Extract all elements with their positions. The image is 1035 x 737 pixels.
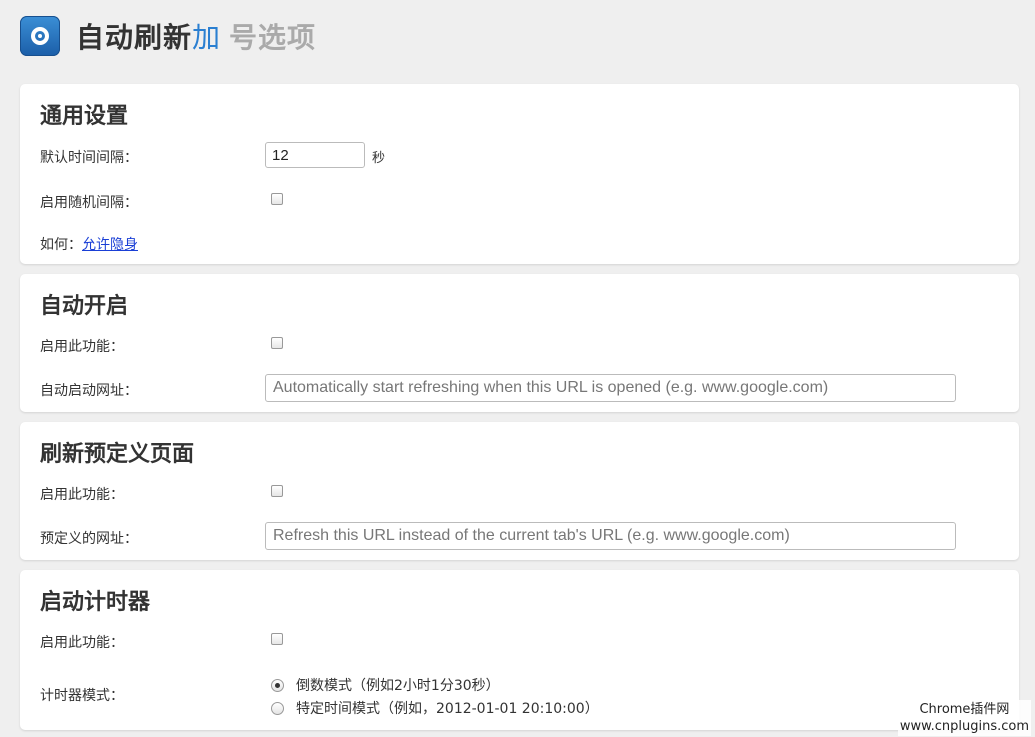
countdown-mode-radio[interactable]: [271, 678, 284, 692]
random-interval-label: 启用随机间隔：: [40, 195, 138, 211]
predefined-enable-label: 启用此功能：: [40, 487, 124, 503]
random-interval-checkbox[interactable]: [271, 193, 283, 205]
predefined-url-label: 预定义的网址：: [40, 531, 138, 547]
predefined-card: 刷新预定义页面 启用此功能： 预定义的网址：: [20, 422, 1019, 560]
page-title: 自动刷新加 号选项: [76, 16, 316, 56]
title-part2: 加: [192, 21, 222, 54]
specific-time-mode-radio[interactable]: [271, 701, 284, 715]
predefined-url-input[interactable]: [265, 522, 956, 550]
general-heading: 通用设置: [40, 104, 129, 129]
watermark-line2: www.cnplugins.com: [899, 719, 1029, 734]
howto-row: 如何：允许隐身: [40, 234, 138, 254]
autostart-enable-label: 启用此功能：: [40, 339, 124, 355]
predefined-heading: 刷新预定义页面: [40, 442, 195, 467]
watermark-line1: Chrome插件网: [919, 702, 1010, 717]
autostart-enable-checkbox[interactable]: [271, 337, 283, 349]
title-part3: 号选项: [229, 21, 317, 54]
interval-input[interactable]: [265, 142, 365, 168]
specific-time-mode-label: 特定时间模式（例如，2012-01-01 20:10:00）: [296, 701, 599, 717]
timer-enable-checkbox[interactable]: [271, 633, 283, 645]
countdown-mode-label: 倒数模式（例如2小时1分30秒）: [296, 678, 500, 694]
predefined-enable-checkbox[interactable]: [271, 485, 283, 497]
timer-mode-label: 计时器模式：: [40, 688, 124, 704]
interval-label: 默认时间间隔：: [40, 150, 138, 166]
interval-unit: 秒: [372, 151, 386, 166]
general-settings-card: 通用设置 默认时间间隔： 秒 启用随机间隔： 如何：允许隐身: [20, 84, 1019, 264]
title-part1: 自动刷新: [76, 21, 193, 54]
timer-heading: 启动计时器: [40, 590, 151, 615]
countdown-mode-option[interactable]: 倒数模式（例如2小时1分30秒）: [271, 675, 500, 695]
allow-incognito-link[interactable]: 允许隐身: [82, 237, 138, 253]
timer-enable-label: 启用此功能：: [40, 635, 124, 651]
page-header: 自动刷新加 号选项: [20, 10, 316, 62]
autostart-url-input[interactable]: [265, 374, 956, 402]
specific-time-mode-option[interactable]: 特定时间模式（例如，2012-01-01 20:10:00）: [271, 698, 599, 718]
timer-card: 启动计时器 启用此功能： 计时器模式： 倒数模式（例如2小时1分30秒） 特定时…: [20, 570, 1019, 730]
autostart-url-label: 自动启动网址：: [40, 383, 138, 399]
howto-label: 如何：: [40, 237, 82, 253]
autostart-heading: 自动开启: [40, 294, 129, 319]
autostart-card: 自动开启 启用此功能： 自动启动网址：: [20, 274, 1019, 412]
watermark: Chrome插件网 www.cnplugins.com: [897, 700, 1031, 736]
app-logo-icon: [20, 16, 60, 56]
